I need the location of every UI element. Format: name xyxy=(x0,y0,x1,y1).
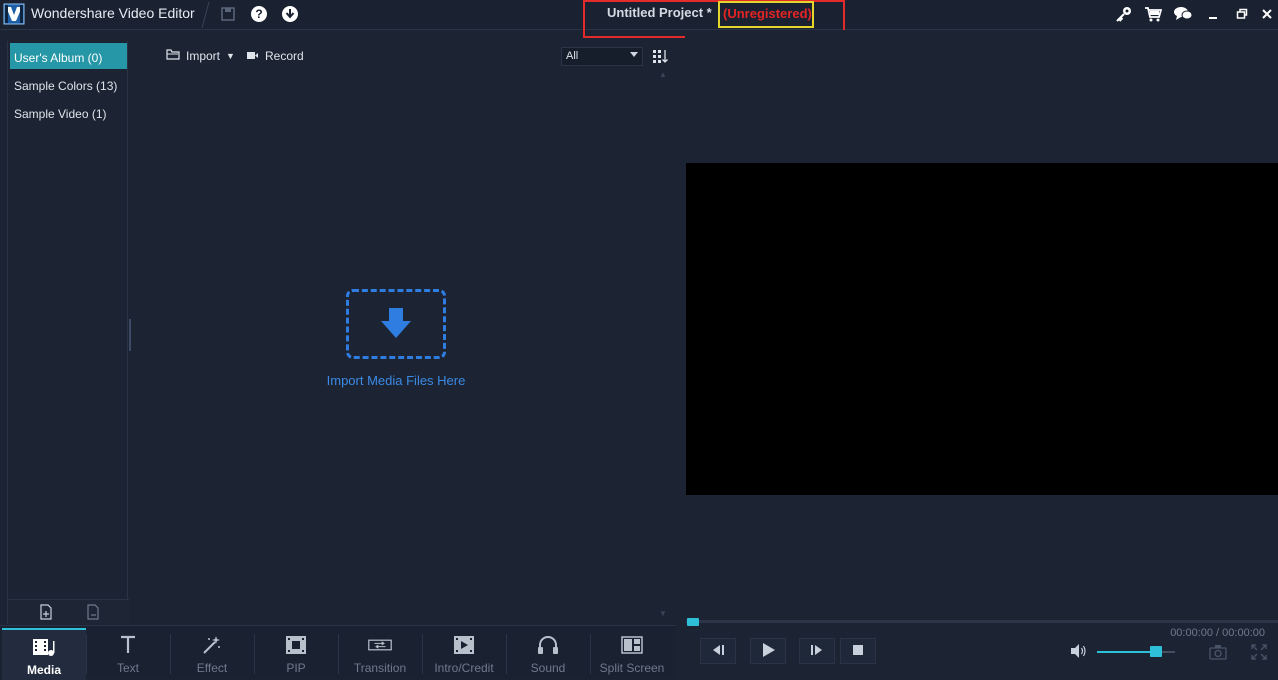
folder-icon xyxy=(166,49,180,63)
restore-icon[interactable] xyxy=(1232,4,1252,24)
pip-icon xyxy=(284,634,308,656)
tab-split-screen[interactable]: Split Screen xyxy=(590,628,674,680)
tab-media-label: Media xyxy=(26,663,61,677)
tab-sound[interactable]: Sound xyxy=(506,628,590,680)
key-icon[interactable] xyxy=(1114,4,1134,24)
help-icon[interactable]: ? xyxy=(249,4,269,24)
fullscreen-icon[interactable] xyxy=(1251,644,1267,660)
download-arrow-icon xyxy=(379,306,413,343)
import-media-hint[interactable]: Import Media Files Here xyxy=(131,373,661,388)
registration-status[interactable]: (Unregistered) xyxy=(723,6,812,21)
effect-icon xyxy=(200,634,224,656)
tab-pip[interactable]: PIP xyxy=(254,628,338,680)
minimize-icon[interactable] xyxy=(1203,4,1223,24)
media-filter-select[interactable]: All xyxy=(561,47,643,66)
split-screen-icon xyxy=(620,634,644,656)
media-toolbar: Import ▼ Record All xyxy=(131,41,675,71)
tab-sound-label: Sound xyxy=(530,661,566,675)
tab-transition[interactable]: Transition xyxy=(338,628,422,680)
step-back-icon xyxy=(710,643,726,660)
media-icon xyxy=(32,636,56,658)
play-button[interactable] xyxy=(750,638,786,664)
timecode: 00:00:00 / 00:00:00 xyxy=(1170,627,1265,639)
tab-effect[interactable]: Effect xyxy=(170,628,254,680)
transition-icon xyxy=(368,634,392,656)
scroll-up-icon[interactable]: ▲ xyxy=(659,70,667,79)
record-label: Record xyxy=(265,49,304,63)
unregistered-highlight: (Unregistered) xyxy=(718,1,814,28)
tab-transition-label: Transition xyxy=(353,661,407,675)
tab-text-label: Text xyxy=(116,661,139,675)
play-icon xyxy=(760,642,776,661)
tab-intro-credit[interactable]: Intro/Credit xyxy=(422,628,506,680)
album-panel: User's Album (0) Sample Colors (13) Samp… xyxy=(7,41,129,624)
volume-slider-fill xyxy=(1097,651,1156,653)
next-frame-button[interactable] xyxy=(799,638,835,664)
filter-value: All xyxy=(566,50,579,62)
media-library-panel: Import ▼ Record All ▲ ▼ Import Media Fil… xyxy=(131,41,675,624)
svg-text:?: ? xyxy=(255,7,262,21)
text-icon xyxy=(116,634,140,656)
chevron-down-icon xyxy=(630,52,638,57)
app-name: Wondershare Video Editor xyxy=(31,5,195,21)
import-button[interactable]: Import ▼ xyxy=(166,49,235,63)
snapshot-camera-icon[interactable] xyxy=(1209,644,1227,660)
add-album-icon[interactable] xyxy=(39,604,53,623)
preview-screen xyxy=(686,163,1278,495)
tab-effect-label: Effect xyxy=(196,661,228,675)
remove-album-icon[interactable] xyxy=(86,604,100,623)
close-icon[interactable] xyxy=(1257,4,1277,24)
stop-button[interactable] xyxy=(840,638,876,664)
playback-progress-handle[interactable] xyxy=(687,618,699,626)
bottom-tab-bar: Media Text Effect PIP Transition Intro/C… xyxy=(0,625,676,680)
view-mode-icon[interactable] xyxy=(653,49,669,63)
chat-icon[interactable] xyxy=(1173,4,1193,24)
cart-icon[interactable] xyxy=(1143,4,1163,24)
album-footer xyxy=(8,599,129,624)
download-icon[interactable] xyxy=(280,4,300,24)
volume-slider-track[interactable] xyxy=(1097,651,1175,653)
album-item-users-album[interactable]: User's Album (0) xyxy=(10,43,127,69)
sound-icon xyxy=(536,634,560,656)
album-item-sample-colors[interactable]: Sample Colors (13) xyxy=(10,71,127,97)
playback-progress-track[interactable] xyxy=(686,620,1278,623)
project-name: Untitled Project * xyxy=(607,5,712,20)
tab-pip-label: PIP xyxy=(286,661,306,675)
step-forward-icon xyxy=(809,643,825,660)
intro-credit-icon xyxy=(452,634,476,656)
album-item-sample-video[interactable]: Sample Video (1) xyxy=(10,99,127,125)
volume-slider-handle[interactable] xyxy=(1150,646,1162,657)
import-drop-zone[interactable] xyxy=(346,289,446,359)
title-bar: Wondershare Video Editor ? Untitled Proj… xyxy=(0,0,1278,38)
import-label: Import xyxy=(186,49,221,63)
scroll-down-icon[interactable]: ▼ xyxy=(659,609,667,618)
tab-media[interactable]: Media xyxy=(2,628,86,680)
preview-panel: 00:00:00 / 00:00:00 xyxy=(685,30,1278,679)
tab-intro-credit-label: Intro/Credit xyxy=(434,661,494,675)
volume-icon[interactable] xyxy=(1070,643,1088,659)
camera-icon xyxy=(246,49,259,63)
stop-icon xyxy=(853,644,863,658)
title-separator xyxy=(201,2,210,28)
tab-split-screen-label: Split Screen xyxy=(599,661,665,675)
tab-text[interactable]: Text xyxy=(86,628,170,680)
chevron-down-icon: ▼ xyxy=(226,51,235,61)
app-logo-icon xyxy=(3,3,25,25)
record-button[interactable]: Record xyxy=(246,49,304,63)
previous-frame-button[interactable] xyxy=(700,638,736,664)
save-icon[interactable] xyxy=(218,4,238,24)
